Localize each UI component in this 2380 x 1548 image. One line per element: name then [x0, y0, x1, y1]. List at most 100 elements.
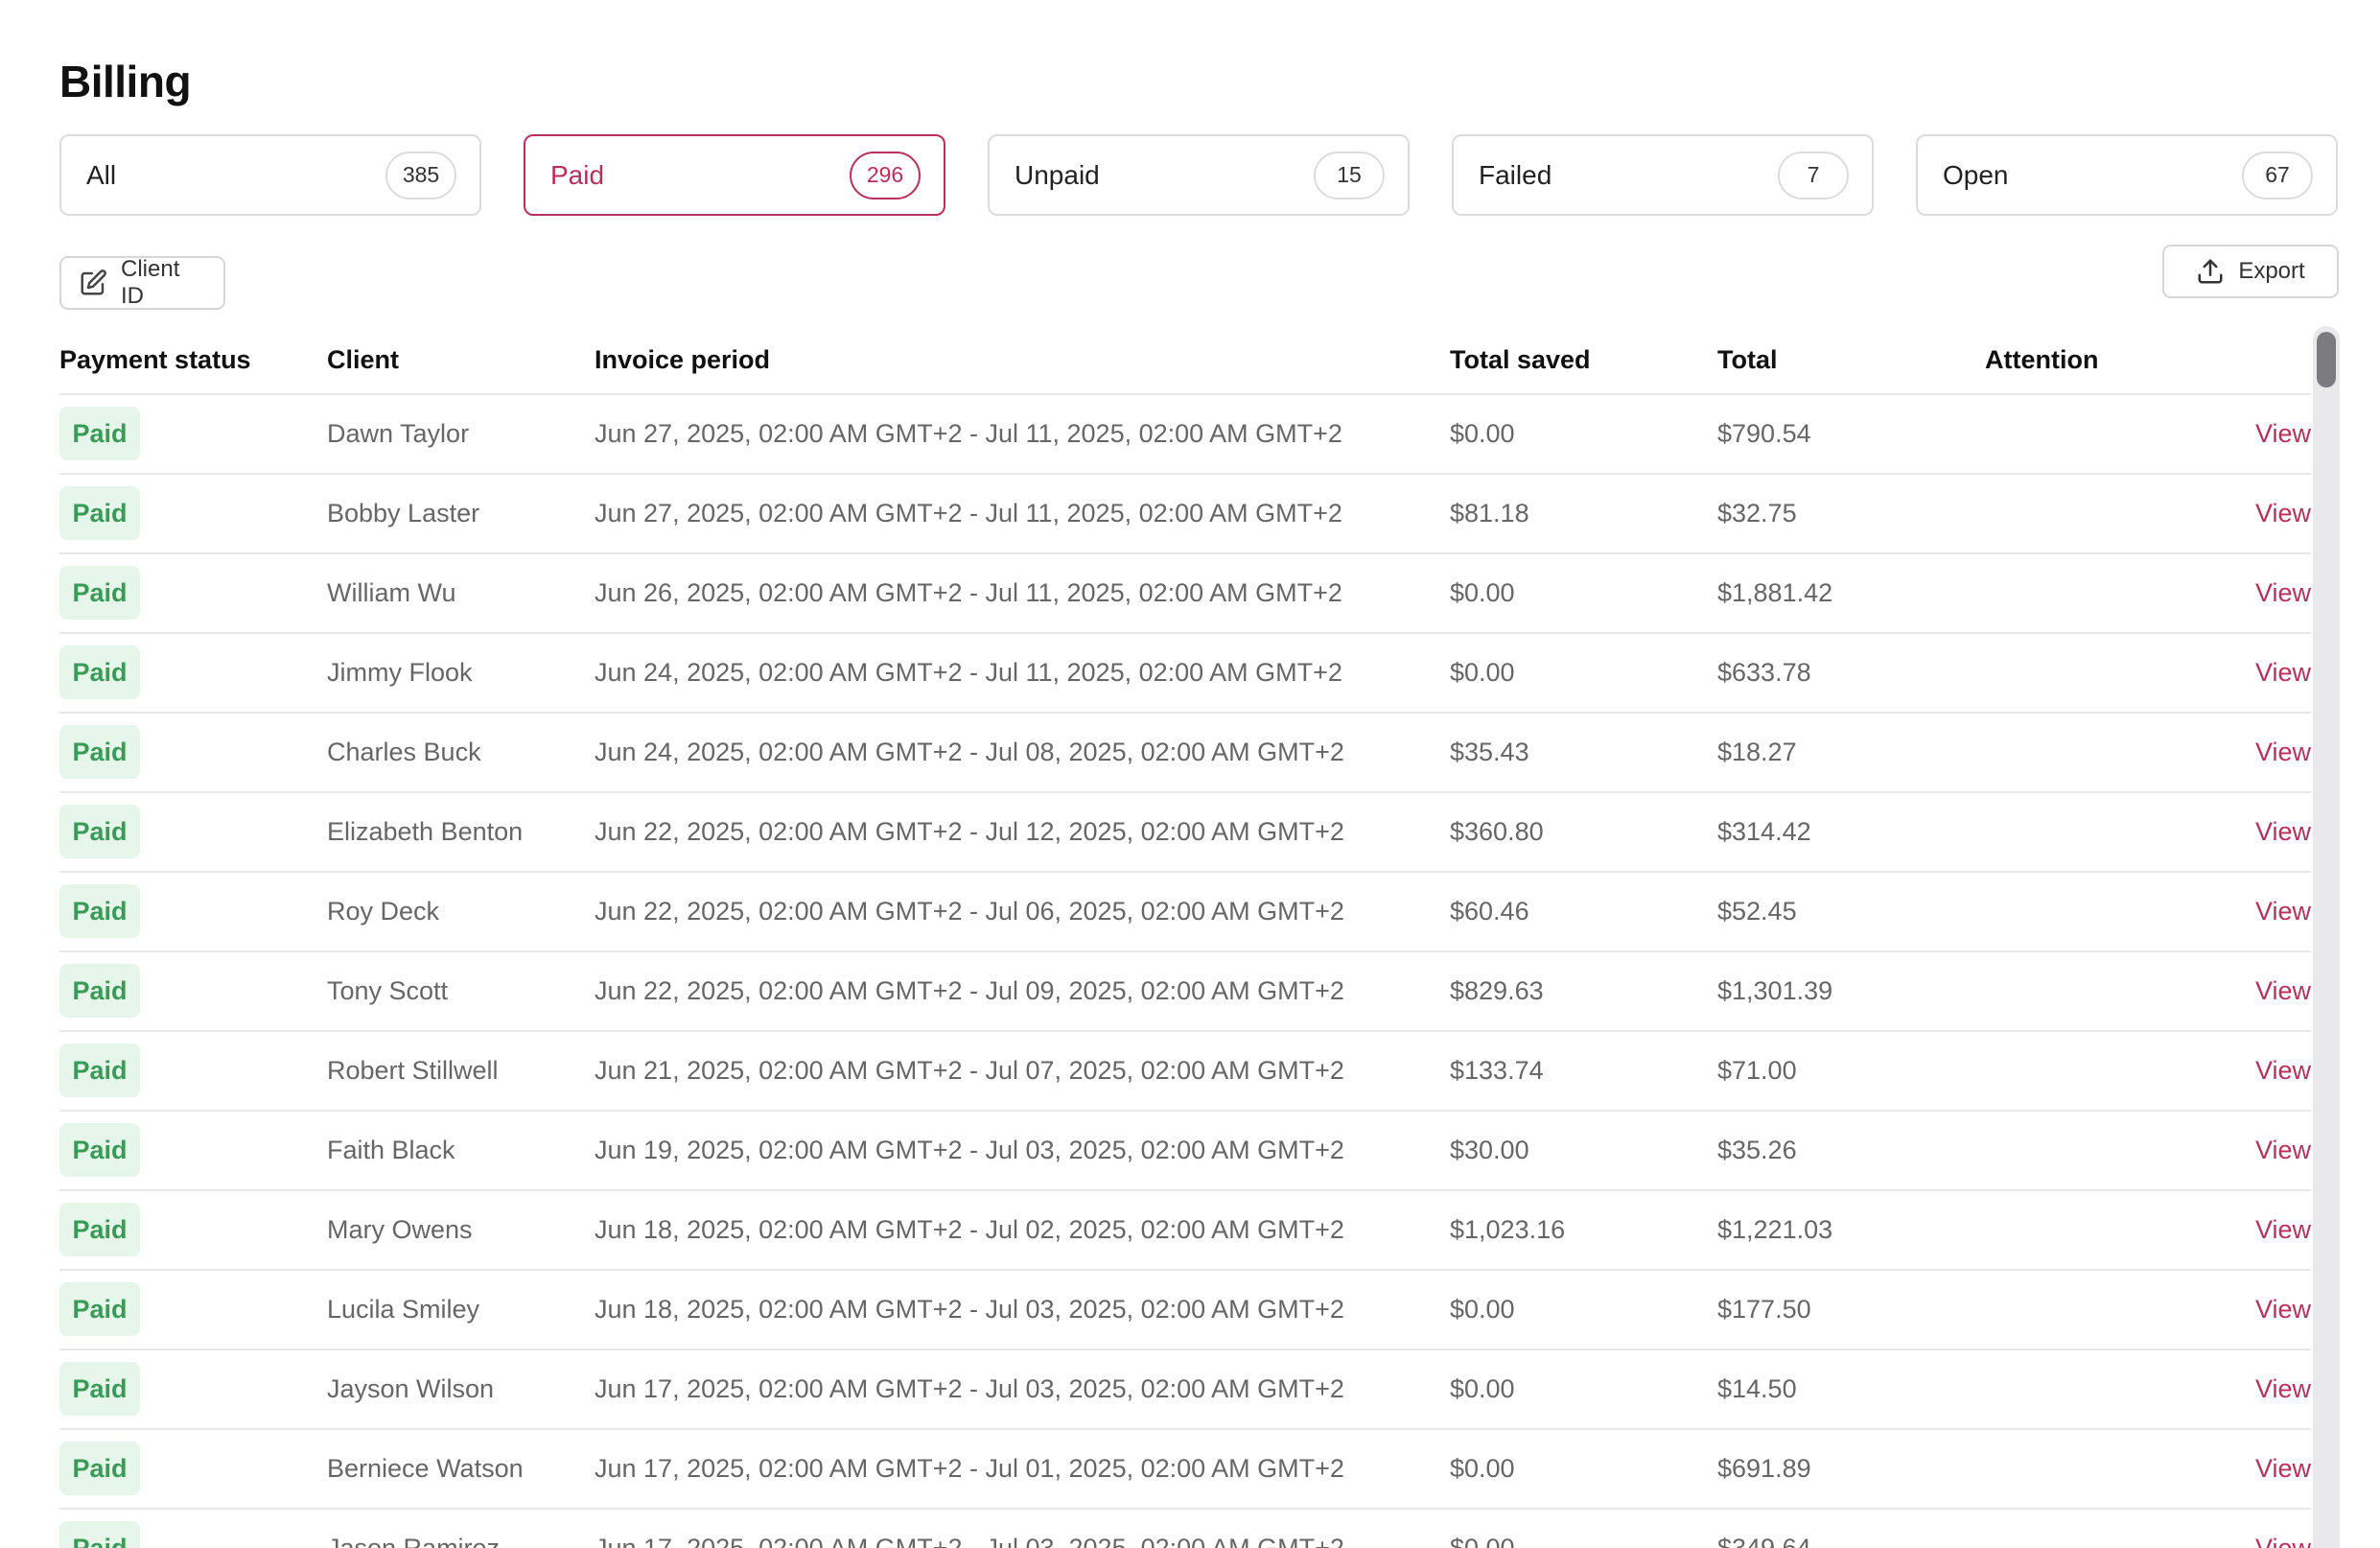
- total-amount: $177.50: [1717, 1295, 1811, 1324]
- total-amount: $1,221.03: [1717, 1215, 1833, 1244]
- header-attention[interactable]: Attention: [1985, 345, 2098, 375]
- tab-unpaid[interactable]: Unpaid 15: [988, 134, 1410, 216]
- view-link[interactable]: View: [2255, 578, 2311, 608]
- scrollbar-thumb[interactable]: [2317, 332, 2336, 387]
- total-saved: $829.63: [1450, 976, 1544, 1005]
- status-badge: Paid: [59, 1044, 140, 1097]
- total-amount: $52.45: [1717, 897, 1797, 926]
- export-label: Export: [2238, 258, 2305, 284]
- tab-label: Paid: [550, 159, 605, 190]
- tab-label: All: [86, 159, 117, 190]
- view-link[interactable]: View: [2255, 897, 2311, 926]
- client-id-label: Client ID: [121, 256, 180, 309]
- client-name: Bobby Laster: [327, 499, 480, 528]
- client-name: Mary Owens: [327, 1215, 473, 1244]
- upload-icon: [2198, 259, 2223, 284]
- billing-page: Billing All 385 Paid 296 Unpaid 15 Faile…: [0, 0, 2380, 1548]
- header-client[interactable]: Client: [327, 345, 399, 375]
- total-saved: $0.00: [1450, 658, 1515, 687]
- client-name: Tony Scott: [327, 976, 449, 1005]
- header-total-saved[interactable]: Total saved: [1450, 345, 1591, 375]
- header-total[interactable]: Total: [1717, 345, 1778, 375]
- table-row[interactable]: Paid William Wu Jun 26, 2025, 02:00 AM GMT…: [59, 554, 2311, 634]
- view-link[interactable]: View: [2255, 738, 2311, 767]
- header-payment-status[interactable]: Payment status: [59, 345, 251, 375]
- total-amount: $71.00: [1717, 1056, 1797, 1085]
- table-row[interactable]: Paid Roy Deck Jun 22, 2025, 02:00 AM GMT+2…: [59, 873, 2311, 952]
- total-amount: $35.26: [1717, 1136, 1797, 1164]
- client-name: Dawn Taylor: [327, 419, 470, 448]
- table-row[interactable]: Paid Mary Owens Jun 18, 2025, 02:00 AM GMT…: [59, 1191, 2311, 1271]
- invoice-period: Jun 18, 2025, 02:00 AM GMT+2 - Jul 03, 2…: [595, 1295, 1344, 1324]
- client-name: William Wu: [327, 578, 456, 607]
- table-row[interactable]: Paid Faith Black Jun 19, 2025, 02:00 AM GM…: [59, 1112, 2311, 1191]
- view-link[interactable]: View: [2255, 1534, 2311, 1548]
- table-row[interactable]: Paid Jimmy Flook Jun 24, 2025, 02:00 AM GM…: [59, 634, 2311, 714]
- total-saved: $81.18: [1450, 499, 1529, 528]
- total-amount: $314.42: [1717, 817, 1811, 846]
- scrollbar-track[interactable]: [2313, 326, 2340, 1548]
- tab-label: Unpaid: [1015, 159, 1100, 190]
- tab-all[interactable]: All 385: [59, 134, 481, 216]
- table-row[interactable]: Paid Jason Ramirez Jun 17, 2025, 02:00 AM …: [59, 1510, 2311, 1548]
- total-saved: $1,023.16: [1450, 1215, 1566, 1244]
- client-id-button[interactable]: Client ID: [59, 256, 225, 310]
- invoice-period: Jun 26, 2025, 02:00 AM GMT+2 - Jul 11, 2…: [595, 578, 1342, 607]
- table-row[interactable]: Paid Tony Scott Jun 22, 2025, 02:00 AM GMT…: [59, 952, 2311, 1032]
- invoice-period: Jun 17, 2025, 02:00 AM GMT+2 - Jul 03, 2…: [595, 1534, 1344, 1548]
- tab-open[interactable]: Open 67: [1916, 134, 2338, 216]
- view-link[interactable]: View: [2255, 658, 2311, 688]
- tab-label: Failed: [1479, 159, 1552, 190]
- total-saved: $0.00: [1450, 578, 1515, 607]
- invoice-period: Jun 27, 2025, 02:00 AM GMT+2 - Jul 11, 2…: [595, 499, 1342, 528]
- billing-table: Payment status Client Invoice period Tot…: [59, 326, 2340, 1548]
- table-row[interactable]: Paid Bobby Laster Jun 27, 2025, 02:00 AM G…: [59, 475, 2311, 554]
- view-link[interactable]: View: [2255, 1056, 2311, 1086]
- table-row[interactable]: Paid Berniece Watson Jun 17, 2025, 02:00 A…: [59, 1430, 2311, 1510]
- total-amount: $691.89: [1717, 1454, 1811, 1483]
- table-row[interactable]: Paid Dawn Taylor Jun 27, 2025, 02:00 AM GM…: [59, 395, 2311, 475]
- tab-count-badge: 385: [385, 151, 456, 199]
- total-amount: $1,301.39: [1717, 976, 1833, 1005]
- total-amount: $18.27: [1717, 738, 1797, 766]
- view-link[interactable]: View: [2255, 1136, 2311, 1165]
- status-badge: Paid: [59, 1362, 140, 1416]
- view-link[interactable]: View: [2255, 817, 2311, 847]
- header-invoice-period[interactable]: Invoice period: [595, 345, 770, 375]
- invoice-period: Jun 17, 2025, 02:00 AM GMT+2 - Jul 03, 2…: [595, 1374, 1344, 1403]
- view-link[interactable]: View: [2255, 976, 2311, 1006]
- view-link[interactable]: View: [2255, 1454, 2311, 1484]
- status-badge: Paid: [59, 645, 140, 699]
- client-name: Roy Deck: [327, 897, 440, 926]
- table-row[interactable]: Paid Elizabeth Benton Jun 22, 2025, 02:00 …: [59, 793, 2311, 873]
- status-badge: Paid: [59, 1442, 140, 1495]
- total-amount: $790.54: [1717, 419, 1811, 448]
- view-link[interactable]: View: [2255, 499, 2311, 528]
- status-badge: Paid: [59, 407, 140, 460]
- status-badge: Paid: [59, 1123, 140, 1177]
- client-name: Jayson Wilson: [327, 1374, 495, 1403]
- view-link[interactable]: View: [2255, 419, 2311, 449]
- view-link[interactable]: View: [2255, 1374, 2311, 1404]
- status-badge: Paid: [59, 486, 140, 540]
- table-row[interactable]: Paid Robert Stillwell Jun 21, 2025, 02:00 …: [59, 1032, 2311, 1112]
- total-saved: $30.00: [1450, 1136, 1529, 1164]
- invoice-period: Jun 24, 2025, 02:00 AM GMT+2 - Jul 08, 2…: [595, 738, 1344, 766]
- export-button[interactable]: Export: [2162, 245, 2339, 298]
- client-name: Faith Black: [327, 1136, 455, 1164]
- status-badge: Paid: [59, 566, 140, 620]
- tab-failed[interactable]: Failed 7: [1452, 134, 1874, 216]
- view-link[interactable]: View: [2255, 1295, 2311, 1325]
- total-saved: $0.00: [1450, 1534, 1515, 1548]
- total-saved: $360.80: [1450, 817, 1544, 846]
- tab-paid[interactable]: Paid 296: [524, 134, 945, 216]
- invoice-period: Jun 19, 2025, 02:00 AM GMT+2 - Jul 03, 2…: [595, 1136, 1344, 1164]
- table-row[interactable]: Paid Charles Buck Jun 24, 2025, 02:00 AM G…: [59, 714, 2311, 793]
- status-badge: Paid: [59, 805, 140, 858]
- page-title: Billing: [59, 57, 192, 106]
- view-link[interactable]: View: [2255, 1215, 2311, 1245]
- client-name: Charles Buck: [327, 738, 481, 766]
- table-row[interactable]: Paid Jayson Wilson Jun 17, 2025, 02:00 AM …: [59, 1350, 2311, 1430]
- status-badge: Paid: [59, 1521, 140, 1548]
- table-row[interactable]: Paid Lucila Smiley Jun 18, 2025, 02:00 AM …: [59, 1271, 2311, 1350]
